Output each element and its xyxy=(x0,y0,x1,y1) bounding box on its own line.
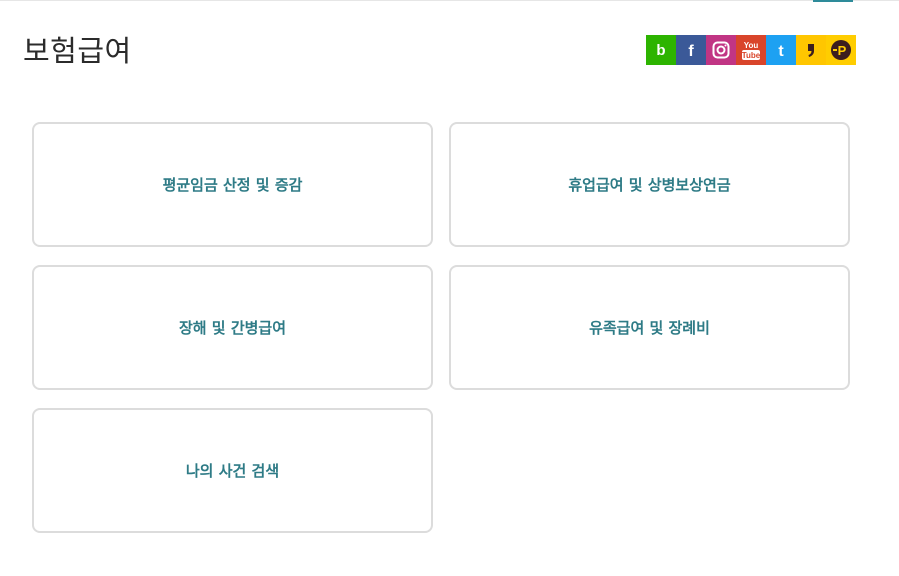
top-divider xyxy=(0,0,899,1)
card-survivor-funeral-benefit[interactable]: 유족급여 및 장례비 xyxy=(449,265,850,390)
svg-text:P: P xyxy=(838,43,847,58)
instagram-icon[interactable] xyxy=(706,35,736,65)
youtube-icon[interactable]: You Tube xyxy=(736,35,766,65)
svg-text:You: You xyxy=(744,41,759,50)
svg-text:Tube: Tube xyxy=(742,51,761,60)
facebook-icon[interactable]: f xyxy=(676,35,706,65)
svg-text:b: b xyxy=(656,42,665,59)
card-sick-leave-benefit[interactable]: 휴업급여 및 상병보상연금 xyxy=(449,122,850,247)
card-label: 휴업급여 및 상병보상연금 xyxy=(568,176,731,194)
twitter-icon[interactable]: t xyxy=(766,35,796,65)
menu-card-grid: 평균임금 산정 및 증감 휴업급여 및 상병보상연금 장해 및 간병급여 유족급… xyxy=(32,122,850,533)
card-label: 평균임금 산정 및 증감 xyxy=(162,176,303,194)
kakaostory-icon[interactable] xyxy=(796,35,826,65)
sns-share-bar: b f You Tube t P xyxy=(646,35,856,65)
kakao-plus-friend-icon[interactable]: P xyxy=(826,35,856,65)
svg-text:t: t xyxy=(778,43,784,60)
card-label: 나의 사건 검색 xyxy=(185,462,280,480)
card-label: 장해 및 간병급여 xyxy=(178,319,287,337)
page-title: 보험급여 xyxy=(23,34,132,68)
card-disability-care-benefit[interactable]: 장해 및 간병급여 xyxy=(32,265,433,390)
card-average-wage[interactable]: 평균임금 산정 및 증감 xyxy=(32,122,433,247)
active-tab-indicator xyxy=(813,0,853,2)
card-label: 유족급여 및 장례비 xyxy=(589,319,710,337)
svg-text:f: f xyxy=(688,43,694,60)
blog-icon[interactable]: b xyxy=(646,35,676,65)
card-my-case-search[interactable]: 나의 사건 검색 xyxy=(32,408,433,533)
